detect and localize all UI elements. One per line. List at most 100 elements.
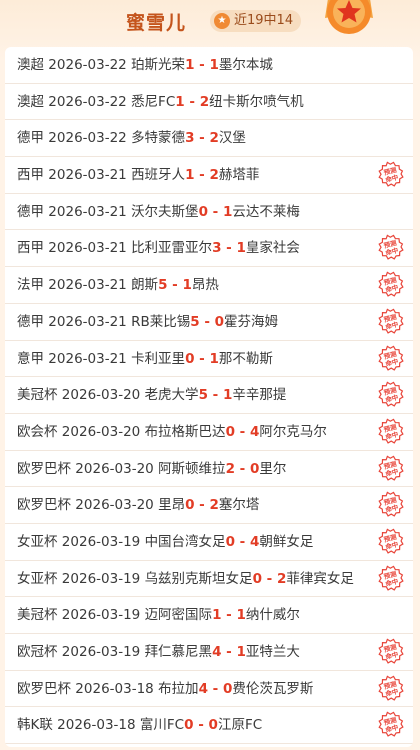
home-team: 比利亚雷亚尔 <box>131 240 213 257</box>
away-score: 0 <box>222 680 233 697</box>
match-row[interactable]: 欧会杯 2026-03-20 布拉格斯巴达0 - 4阿尔克马尔 预测 命中 <box>5 414 413 451</box>
match-row[interactable]: 澳超 2026-03-22 悉尼FC1 - 2纽卡斯尔喷气机 <box>5 84 413 121</box>
home-team: 布拉加 <box>158 680 199 697</box>
home-team: 里昂 <box>158 497 186 514</box>
score-separator: - <box>207 680 223 697</box>
match-row[interactable]: 欧罗巴杯 2026-03-18 布拉加4 - 0费伦茨瓦罗斯 预测 命中 <box>5 671 413 708</box>
score-separator: - <box>199 313 215 330</box>
league: 欧罗巴杯 <box>17 680 71 697</box>
away-team: 塞尔塔 <box>218 497 260 514</box>
match-row[interactable]: 韩K联 2026-03-18 富川FC0 - 0江原FC 预测 命中 <box>5 707 413 745</box>
away-team: 纽卡斯尔喷气机 <box>209 93 304 110</box>
league: 意甲 <box>17 350 44 367</box>
match-row[interactable]: 德甲 2026-03-22 多特蒙德3 - 2汉堡 <box>5 120 413 158</box>
prediction-hit-stamp: 预测 命中 <box>378 675 404 701</box>
league: 欧罗巴杯 <box>17 460 71 477</box>
match-date: 2026-03-22 <box>48 93 127 110</box>
away-score: 2 <box>209 167 219 184</box>
home-team: 拜仁慕尼黑 <box>144 644 213 660</box>
match-row[interactable]: 德甲 2026-03-21 沃尔夫斯堡0 - 1云达不莱梅 <box>5 194 413 231</box>
home-team: 迈阿密国际 <box>144 607 213 624</box>
prediction-hit-stamp: 预测 命中 <box>378 381 404 407</box>
home-score: 4 <box>198 680 208 697</box>
score-separator: - <box>221 607 237 624</box>
score-separator: - <box>167 277 183 294</box>
home-team: 富川FC <box>139 717 185 734</box>
home-score: 1 <box>175 93 185 110</box>
home-team: 卡利亚里 <box>131 350 186 367</box>
league: 欧罗巴杯 <box>17 497 71 514</box>
away-team: 费伦茨瓦罗斯 <box>232 680 314 697</box>
away-score: 2 <box>209 497 219 514</box>
match-date: 2026-03-22 <box>48 130 127 147</box>
league: 西甲 <box>17 167 44 184</box>
prediction-hit-stamp: 预测 命中 <box>378 271 404 297</box>
score-separator: - <box>234 460 250 477</box>
home-team: 多特蒙德 <box>131 130 186 147</box>
match-date: 2026-03-19 <box>61 607 141 624</box>
match-date: 2026-03-18 <box>75 680 154 697</box>
prediction-hit-stamp: 预测 命中 <box>378 528 404 554</box>
match-row[interactable]: 西甲 2026-03-21 西班牙人1 - 2赫塔菲 预测 命中 <box>5 157 413 194</box>
away-score: 1 <box>236 607 246 624</box>
league: 女亚杯 <box>17 570 58 587</box>
star-icon: ★ <box>214 13 230 29</box>
away-score: 0 <box>249 460 260 477</box>
home-team: 阿斯顿维拉 <box>158 460 226 477</box>
match-row[interactable]: 美冠杯 2026-03-19 迈阿密国际1 - 1纳什威尔 <box>5 597 413 634</box>
away-team: 辛辛那提 <box>232 387 287 404</box>
away-score: 2 <box>199 93 210 110</box>
match-row[interactable]: 女亚杯 2026-03-19 中国台湾女足0 - 4朝鲜女足 预测 命中 <box>5 524 413 561</box>
match-row[interactable]: 欧罗巴杯 2026-03-20 阿斯顿维拉2 - 0里尔 预测 命中 <box>5 451 413 488</box>
match-row[interactable]: 意甲 2026-03-21 卡利亚里0 - 1那不勒斯 预测 命中 <box>5 341 413 378</box>
score-separator: - <box>234 533 250 550</box>
home-team: 乌兹别克斯坦女足 <box>144 570 253 587</box>
streak-badge: ★ 近19中14 <box>210 10 302 32</box>
away-team: 赫塔菲 <box>218 167 260 184</box>
league: 澳超 <box>17 57 44 73</box>
match-row[interactable]: 女亚杯 2026-03-19 乌兹别克斯坦女足0 - 2菲律宾女足 预测 命中 <box>5 561 413 598</box>
away-score: 2 <box>276 570 287 587</box>
away-score: 2 <box>209 130 219 147</box>
away-score: 4 <box>249 423 260 440</box>
match-row[interactable]: 德甲 2026-03-21 RB莱比锡5 - 0霍芬海姆 预测 命中 <box>5 304 413 341</box>
away-team: 汉堡 <box>218 130 246 147</box>
match-list: 澳超 2026-03-22 珀斯光荣1 - 1墨尔本城 澳超 2026-03-2… <box>5 47 413 747</box>
home-score: 2 <box>225 460 235 477</box>
prediction-hit-stamp: 预测 命中 <box>378 161 404 187</box>
match-date: 2026-03-21 <box>48 350 127 367</box>
match-date: 2026-03-19 <box>61 570 141 587</box>
away-team: 云达不莱梅 <box>232 203 300 220</box>
home-score: 5 <box>190 313 200 330</box>
match-row[interactable]: 欧罗巴杯 2026-03-20 里昂0 - 2塞尔塔 预测 命中 <box>5 487 413 524</box>
away-team: 阿尔克马尔 <box>259 423 327 440</box>
score-separator: - <box>221 240 237 257</box>
match-row[interactable]: 澳超 2026-03-22 珀斯光荣1 - 1墨尔本城 <box>5 47 413 84</box>
score-separator: - <box>193 717 209 734</box>
league: 法甲 <box>17 277 44 294</box>
match-date: 2026-03-21 <box>48 167 127 184</box>
expert-name: 蜜雪儿 <box>126 12 187 34</box>
league: 德甲 <box>17 203 44 220</box>
score-separator: - <box>207 203 223 220</box>
away-team: 纳什威尔 <box>245 607 300 624</box>
league: 澳超 <box>17 93 44 110</box>
home-team: 西班牙人 <box>131 167 186 184</box>
match-date: 2026-03-19 <box>61 533 141 550</box>
home-team: 布拉格斯巴达 <box>144 423 226 440</box>
match-row[interactable]: 欧冠杯 2026-03-19 拜仁慕尼黑4 - 1亚特兰大 预测 命中 <box>5 634 413 671</box>
home-score: 0 <box>225 423 235 440</box>
home-score: 0 <box>198 203 208 220</box>
away-score: 0 <box>208 717 218 734</box>
prediction-hit-stamp: 预测 命中 <box>378 455 404 481</box>
home-team: 珀斯光荣 <box>131 57 186 73</box>
match-date: 2026-03-18 <box>57 717 136 734</box>
match-date: 2026-03-20 <box>75 460 154 477</box>
match-row[interactable]: 西甲 2026-03-21 比利亚雷亚尔3 - 1皇家社会 预测 命中 <box>5 230 413 268</box>
match-row[interactable]: 法甲 2026-03-21 朗斯5 - 1昂热 预测 命中 <box>5 267 413 304</box>
home-team: 中国台湾女足 <box>144 533 226 550</box>
match-row[interactable]: 美冠杯 2026-03-20 老虎大学5 - 1辛辛那提 预测 命中 <box>5 377 413 414</box>
league: 韩K联 <box>17 717 53 734</box>
score-separator: - <box>194 497 210 514</box>
home-team: 悉尼FC <box>131 93 176 110</box>
